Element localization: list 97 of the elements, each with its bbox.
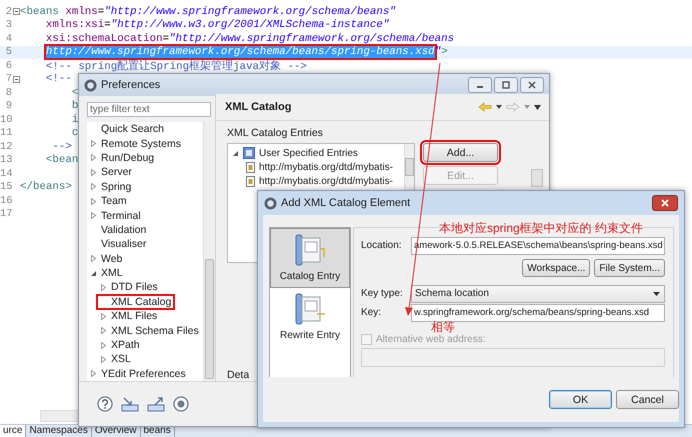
code-text: <beans xmlns="http://www.springframework.org/schema/beans"	[20, 6, 396, 18]
code-text: xsi:schemaLocation="http://www.springframework.org/schema/beans	[44, 32, 454, 45]
button[interactable]: OK	[549, 390, 612, 409]
tree-item[interactable]: Web	[87, 252, 126, 266]
code-text: <!-- spring配置让Spring框架管理java对象 -->	[44, 58, 307, 73]
code-text: xmlns:xsi="http://www.w3.org/2001/XMLSchema-instance"	[44, 19, 390, 32]
tree-item[interactable]: YEdit Preferences	[87, 366, 189, 382]
tree-item[interactable]: Server	[87, 165, 135, 180]
tree-item[interactable]: XML Catalog	[97, 294, 174, 310]
close-icon	[528, 81, 536, 89]
line-number: 8	[4, 86, 12, 99]
tree-item[interactable]: Validation	[87, 222, 150, 238]
tree-item[interactable]: XSL	[97, 352, 134, 367]
code-text: c	[70, 127, 78, 140]
dropdown-icon	[496, 105, 502, 109]
annotation-text: 本地对应spring框架中对应的 约束文件	[439, 222, 644, 235]
tree-item[interactable]: Team	[87, 194, 130, 208]
import-icon	[121, 396, 139, 412]
field-label: Location:	[361, 240, 403, 251]
record-icon	[173, 396, 189, 412]
code-text: <bean	[44, 154, 78, 166]
code-text: -->	[51, 140, 72, 153]
tree-item[interactable]: XML Schema Files	[97, 323, 202, 338]
collapsed-arrow-icon	[90, 255, 96, 262]
code-text: <	[70, 86, 78, 99]
document-icon	[246, 162, 255, 172]
details-label: Deta	[227, 369, 250, 381]
tree-item[interactable]: DTD Files	[97, 280, 161, 295]
button[interactable]: Add...	[423, 143, 498, 162]
dropdown-arrow-icon	[653, 292, 660, 296]
collapsed-arrow-icon	[100, 284, 106, 291]
line-number: 3	[4, 19, 12, 32]
editor-tab[interactable]: urce	[0, 425, 26, 437]
help-icon	[97, 396, 113, 412]
tree-item[interactable]: XML	[87, 266, 126, 280]
tree-item[interactable]: http://mybatis.org/dtd/mybatis-	[259, 176, 393, 186]
filter-field[interactable]: type filter text	[87, 102, 211, 117]
tree-item[interactable]: XPath	[97, 338, 143, 352]
code-text: i	[70, 114, 78, 126]
line-number: 11	[0, 127, 12, 140]
line-number: 5	[4, 46, 12, 58]
tree-item[interactable]: Terminal	[87, 208, 144, 223]
key-field[interactable]: w.springframework.org/schema/beans/spring-beans.xsd	[411, 304, 665, 322]
code-text: </beans>	[20, 181, 72, 194]
tree-item[interactable]: XML Files	[97, 309, 160, 324]
tree-item[interactable]: Run/Debug	[87, 150, 158, 166]
back-arrow-icon	[478, 102, 492, 112]
document-icon	[246, 176, 255, 186]
tree-item[interactable]: Spring	[87, 180, 134, 194]
line-number: 9	[4, 100, 12, 112]
checkbox-label: Alternative web address:	[376, 334, 486, 345]
app-icon	[84, 78, 97, 92]
tree-item[interactable]: Remote Systems	[87, 136, 184, 151]
line-number: 13	[0, 154, 12, 166]
line-number: 14	[0, 168, 12, 180]
window-title: Add XML Catalog Element	[281, 197, 410, 209]
tree-item[interactable]: User Specified Entries	[259, 148, 358, 158]
line-number: 16	[0, 194, 12, 207]
button[interactable]: Workspace...	[522, 259, 590, 277]
vertical-scrollbar[interactable]	[203, 122, 215, 381]
annotation-text: 相等	[431, 321, 456, 331]
line-number: 15	[0, 181, 12, 194]
line-number: 17	[0, 208, 12, 220]
line-number: 2	[4, 6, 12, 18]
line-number: 10	[0, 114, 12, 126]
button[interactable]: File System...	[594, 259, 665, 277]
tree-item[interactable]: Visualiser	[87, 237, 150, 252]
field-label: Key type:	[361, 288, 404, 299]
line-number: 12	[0, 140, 12, 153]
code-text: b	[70, 100, 78, 112]
line-number: 4	[4, 32, 12, 45]
key-type-dropdown[interactable]: Schema location	[411, 284, 665, 302]
expanded-arrow-icon	[90, 270, 96, 277]
forward-arrow-icon	[506, 102, 520, 112]
export-icon	[147, 396, 165, 412]
close-button[interactable]	[652, 195, 678, 211]
close-button[interactable]	[520, 77, 544, 93]
view-menu-icon	[534, 104, 541, 110]
entry-type-tab[interactable]: Rewrite Entry	[280, 330, 340, 341]
entry-type-tab[interactable]: Catalog Entry	[280, 271, 340, 282]
tree-item[interactable]: http://mybatis.org/dtd/mybatis-	[259, 162, 393, 172]
close-icon	[661, 199, 669, 207]
catalog-icon	[243, 147, 255, 159]
maximize-button[interactable]	[494, 77, 518, 93]
line-number: 7	[4, 73, 12, 86]
minimize-button[interactable]	[468, 77, 492, 93]
button[interactable]: Cancel	[616, 390, 679, 409]
app-icon	[264, 196, 277, 210]
tree-item[interactable]: Quick Search	[87, 122, 168, 136]
field-label: Key:	[361, 307, 382, 318]
group-label: XML Catalog Entries	[227, 127, 324, 139]
line-number: 6	[4, 60, 12, 72]
maximize-icon	[502, 81, 510, 89]
page-title: XML Catalog	[225, 101, 292, 113]
dropdown-icon	[524, 105, 530, 109]
window-title: Preferences	[101, 79, 160, 91]
code-text: <!--	[44, 73, 72, 86]
